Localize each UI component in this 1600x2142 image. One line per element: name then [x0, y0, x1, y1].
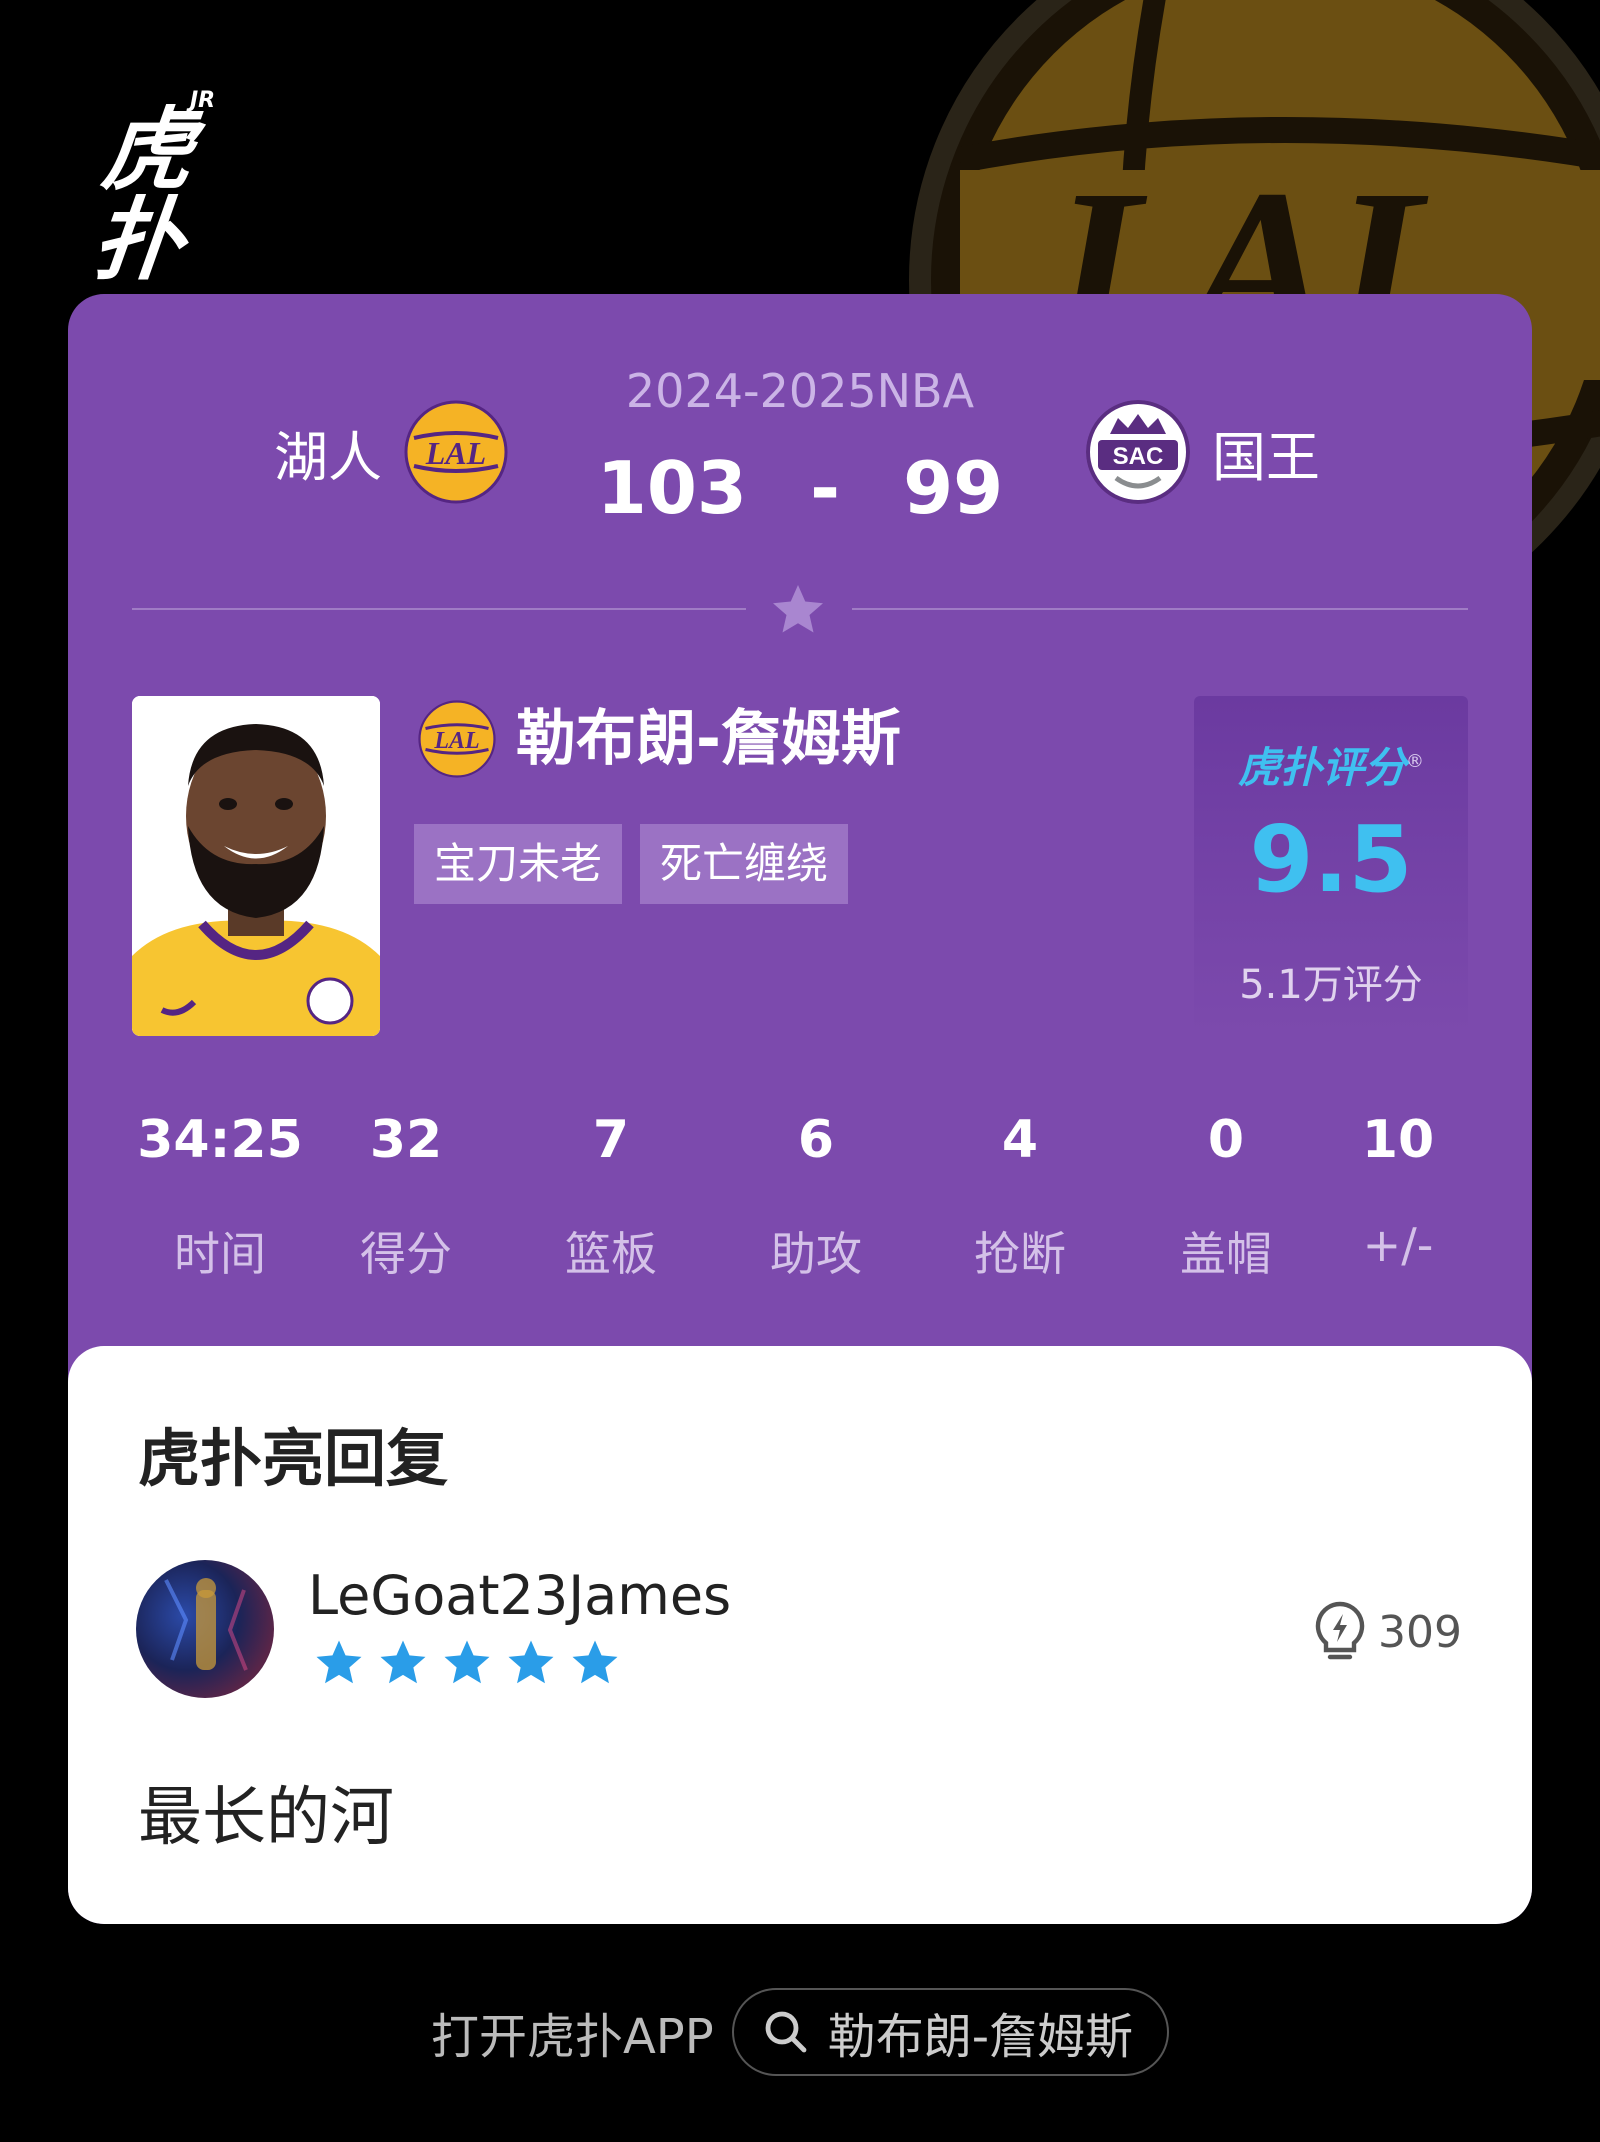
- hupu-logo: JR 虎扑: [88, 88, 248, 293]
- search-query: 勒布朗-詹姆斯: [827, 2009, 1134, 2065]
- stat-label: 时间: [174, 1227, 266, 1281]
- avatar[interactable]: [136, 1560, 274, 1698]
- player-photo: [132, 696, 380, 1036]
- stat-minutes: 34:25 时间: [120, 1110, 320, 1284]
- stat-steals: 4 抢断: [920, 1110, 1120, 1284]
- kings-logo-icon: SAC: [1086, 400, 1190, 504]
- search-icon: [765, 2011, 807, 2053]
- stat-value: 10: [1361, 1110, 1435, 1170]
- rating-count: 5.1万评分: [1239, 962, 1423, 1008]
- stat-value: 4: [1001, 1110, 1039, 1170]
- player-tag[interactable]: 死亡缠绕: [640, 824, 849, 904]
- stat-label: 抢断: [974, 1227, 1066, 1281]
- score-separator: -: [810, 446, 840, 530]
- star-icon: [316, 1640, 362, 1684]
- player-name: 勒布朗-詹姆斯: [516, 704, 901, 774]
- hupu-logo-text: 虎扑: [87, 98, 191, 293]
- star-icon: [444, 1640, 490, 1684]
- reply-username[interactable]: LeGoat23James: [308, 1564, 731, 1627]
- stat-blocks: 0 盖帽: [1126, 1110, 1326, 1284]
- player-team-logo-icon: LAL: [418, 700, 496, 778]
- star-icon: [508, 1640, 554, 1684]
- rating-brand-label: 虎扑评分: [1237, 743, 1406, 792]
- away-team-name: 国王: [1212, 425, 1320, 489]
- lightbulb-icon: [1315, 1601, 1365, 1660]
- svg-text:SAC: SAC: [1113, 443, 1164, 470]
- search-pill[interactable]: 勒布朗-詹姆斯: [731, 1988, 1170, 2076]
- star-icon: [572, 1640, 618, 1684]
- player-tags: 宝刀未老 死亡缠绕: [414, 824, 849, 904]
- stat-label: 盖帽: [1180, 1227, 1272, 1281]
- home-score: 103: [596, 446, 748, 530]
- registered-mark: ®: [1406, 751, 1424, 772]
- reply-section-title: 虎扑亮回复: [138, 1422, 449, 1495]
- stat-label: +/-: [1362, 1218, 1434, 1272]
- stat-value: 34:25: [137, 1110, 303, 1170]
- away-team: SAC 国王: [1086, 400, 1320, 504]
- stat-plus-minus: 10 +/-: [1298, 1110, 1498, 1272]
- user-rating-stars: [312, 1636, 622, 1690]
- stat-assists: 6 助攻: [716, 1110, 916, 1284]
- stat-points: 32 得分: [306, 1110, 506, 1284]
- divider-left: [132, 608, 746, 610]
- rating-score: 9.5: [1249, 806, 1413, 913]
- divider-right: [852, 608, 1468, 610]
- footer: 打开虎扑APP 勒布朗-詹姆斯: [0, 1988, 1600, 2076]
- reply-content: 最长的河: [138, 1781, 394, 1855]
- stat-label: 得分: [360, 1227, 452, 1281]
- player-tag[interactable]: 宝刀未老: [414, 824, 623, 904]
- light-count: 309: [1378, 1606, 1462, 1658]
- stat-label: 篮板: [565, 1227, 657, 1281]
- stat-value: 6: [797, 1110, 835, 1170]
- star-icon: [773, 585, 823, 633]
- open-app-link[interactable]: 打开虎扑APP: [431, 1997, 714, 2067]
- away-score: 99: [903, 446, 1004, 530]
- stats-row: 34:25 时间 32 得分 7 篮板 6 助攻 4 抢断 0 盖帽 10 +/…: [68, 1110, 1532, 1300]
- stat-value: 32: [369, 1110, 443, 1170]
- highlight-reply-card: 虎扑亮回复 LeGoat23James 309 最长的河: [68, 1346, 1532, 1924]
- rating-box: 虎扑评分® 9.5 5.1万评分: [1194, 696, 1468, 1036]
- stat-value: 0: [1207, 1110, 1245, 1170]
- light-button[interactable]: 309: [1312, 1600, 1462, 1664]
- svg-text:LAL: LAL: [433, 728, 479, 754]
- stat-value: 7: [592, 1110, 630, 1170]
- star-icon: [380, 1640, 426, 1684]
- rating-brand: 虎扑评分®: [1194, 734, 1468, 795]
- stat-rebounds: 7 篮板: [511, 1110, 711, 1284]
- stat-label: 助攻: [770, 1227, 862, 1281]
